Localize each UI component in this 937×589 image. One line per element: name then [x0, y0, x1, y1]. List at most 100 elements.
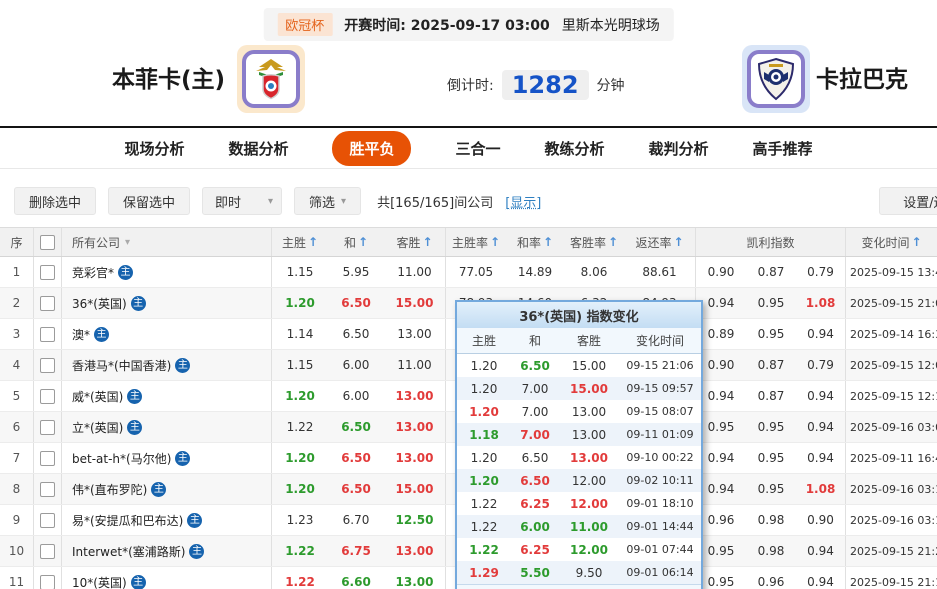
popup-header-time: 变化时间	[619, 328, 701, 353]
company-name[interactable]: 伟*(直布罗陀)	[72, 481, 147, 498]
tab-wdl[interactable]: 胜平负	[332, 131, 411, 166]
odds-home[interactable]: 1.15	[272, 257, 328, 287]
tab-referee[interactable]: 裁判分析	[649, 138, 709, 159]
tab-experts[interactable]: 高手推荐	[753, 138, 813, 159]
odds-away[interactable]: 11.00	[384, 257, 446, 287]
odds-home[interactable]: 1.20	[272, 443, 328, 473]
popup-away-odds: 13.00	[559, 400, 619, 423]
odds-home[interactable]: 1.22	[272, 567, 328, 589]
tab-data[interactable]: 数据分析	[228, 138, 288, 159]
row-checkbox[interactable]	[40, 327, 55, 342]
odds-away[interactable]: 15.00	[384, 288, 446, 318]
kelly-index: 0.95	[696, 567, 746, 589]
odds-home[interactable]: 1.14	[272, 319, 328, 349]
odds-draw[interactable]: 6.00	[328, 350, 384, 380]
odds-home[interactable]: 1.20	[272, 288, 328, 318]
row-checkbox-cell	[34, 505, 62, 535]
change-time: 2025-09-15 21:24	[846, 536, 937, 566]
tab-live[interactable]: 现场分析	[124, 138, 184, 159]
odds-draw[interactable]: 6.60	[328, 567, 384, 589]
odds-away[interactable]: 13.00	[384, 381, 446, 411]
row-checkbox[interactable]	[40, 358, 55, 373]
kelly-index: 0.87	[746, 381, 796, 411]
popup-draw-odds: 6.25	[511, 538, 559, 561]
header-home-rate[interactable]: 主胜率↑	[446, 228, 506, 256]
odds-home[interactable]: 1.23	[272, 505, 328, 535]
company-name[interactable]: 香港马*(中国香港)	[72, 357, 171, 374]
header-change-time[interactable]: 变化时间↑	[846, 228, 937, 256]
company-name[interactable]: 10*(英国)	[72, 574, 127, 589]
header-draw-odds[interactable]: 和↑	[328, 228, 384, 256]
popup-row: 1.187.0013.0009-11 01:09	[457, 423, 701, 446]
row-checkbox-cell	[34, 412, 62, 442]
kelly-index: 0.95	[746, 443, 796, 473]
primary-badge: 主	[118, 265, 133, 280]
odds-draw[interactable]: 6.50	[328, 288, 384, 318]
company-name[interactable]: 36*(英国)	[72, 295, 127, 312]
qarabag-crest-icon	[747, 50, 805, 108]
odds-away[interactable]: 13.00	[384, 412, 446, 442]
odds-home[interactable]: 1.20	[272, 381, 328, 411]
tab-three-in-one[interactable]: 三合一	[455, 138, 500, 159]
header-away-odds[interactable]: 客胜↑	[384, 228, 446, 256]
odds-home[interactable]: 1.22	[272, 412, 328, 442]
row-checkbox[interactable]	[40, 513, 55, 528]
header-company[interactable]: 所有公司 ▾	[62, 228, 272, 256]
odds-away[interactable]: 13.00	[384, 319, 446, 349]
kelly-index: 0.95	[746, 319, 796, 349]
odds-draw[interactable]: 6.50	[328, 319, 384, 349]
header-away-rate[interactable]: 客胜率↑	[564, 228, 624, 256]
popup-row: 1.206.5015.0009-15 21:06	[457, 354, 701, 377]
company-name[interactable]: bet-at-h*(马尔他)	[72, 450, 171, 467]
company-name[interactable]: 澳*	[72, 326, 90, 343]
row-checkbox[interactable]	[40, 451, 55, 466]
popup-row: 1.226.0011.0009-01 14:44	[457, 515, 701, 538]
delete-selected-button[interactable]: 删除选中	[14, 187, 96, 215]
popup-header-home: 主胜	[457, 328, 511, 353]
company-name[interactable]: Interwet*(塞浦路斯)	[72, 543, 185, 560]
company-name[interactable]: 易*(安提瓜和巴布达)	[72, 512, 183, 529]
odds-away[interactable]: 12.50	[384, 505, 446, 535]
header-return-rate[interactable]: 返还率↑	[624, 228, 696, 256]
company-name[interactable]: 竞彩官*	[72, 264, 114, 281]
row-checkbox[interactable]	[40, 575, 55, 589]
odds-home[interactable]: 1.15	[272, 350, 328, 380]
popup-home-odds: 1.20	[457, 354, 511, 377]
row-checkbox[interactable]	[40, 265, 55, 280]
odds-away[interactable]: 11.00	[384, 350, 446, 380]
odds-away[interactable]: 13.00	[384, 536, 446, 566]
row-checkbox[interactable]	[40, 296, 55, 311]
odds-draw[interactable]: 6.75	[328, 536, 384, 566]
odds-away[interactable]: 13.00	[384, 443, 446, 473]
kelly-index: 0.98	[746, 536, 796, 566]
settings-restore-button[interactable]: 设置/还	[879, 187, 937, 215]
odds-away[interactable]: 13.00	[384, 567, 446, 589]
tab-coach[interactable]: 教练分析	[545, 138, 605, 159]
odds-away[interactable]: 15.00	[384, 474, 446, 504]
kelly-index: 0.94	[796, 536, 846, 566]
odds-draw[interactable]: 6.00	[328, 381, 384, 411]
odds-draw[interactable]: 6.70	[328, 505, 384, 535]
odds-draw[interactable]: 6.50	[328, 474, 384, 504]
odds-draw[interactable]: 6.50	[328, 412, 384, 442]
time-filter-select[interactable]: 即时 ▾	[202, 187, 282, 215]
show-link[interactable]: [显示]	[505, 192, 541, 211]
keep-selected-button[interactable]: 保留选中	[108, 187, 190, 215]
odds-home[interactable]: 1.22	[272, 536, 328, 566]
header-draw-rate[interactable]: 和率↑	[506, 228, 564, 256]
company-name[interactable]: 威*(英国)	[72, 388, 123, 405]
odds-draw[interactable]: 5.95	[328, 257, 384, 287]
header-home-odds[interactable]: 主胜↑	[272, 228, 328, 256]
row-checkbox[interactable]	[40, 544, 55, 559]
filter-button[interactable]: 筛选 ▾	[294, 187, 361, 215]
countdown-unit: 分钟	[597, 75, 625, 95]
select-all-checkbox[interactable]	[40, 235, 55, 250]
return-rate: 88.61	[624, 257, 696, 287]
odds-draw[interactable]: 6.50	[328, 443, 384, 473]
row-checkbox[interactable]	[40, 482, 55, 497]
odds-home[interactable]: 1.20	[272, 474, 328, 504]
company-name[interactable]: 立*(英国)	[72, 419, 123, 436]
row-checkbox[interactable]	[40, 420, 55, 435]
row-checkbox[interactable]	[40, 389, 55, 404]
chevron-down-icon: ▾	[341, 196, 346, 207]
